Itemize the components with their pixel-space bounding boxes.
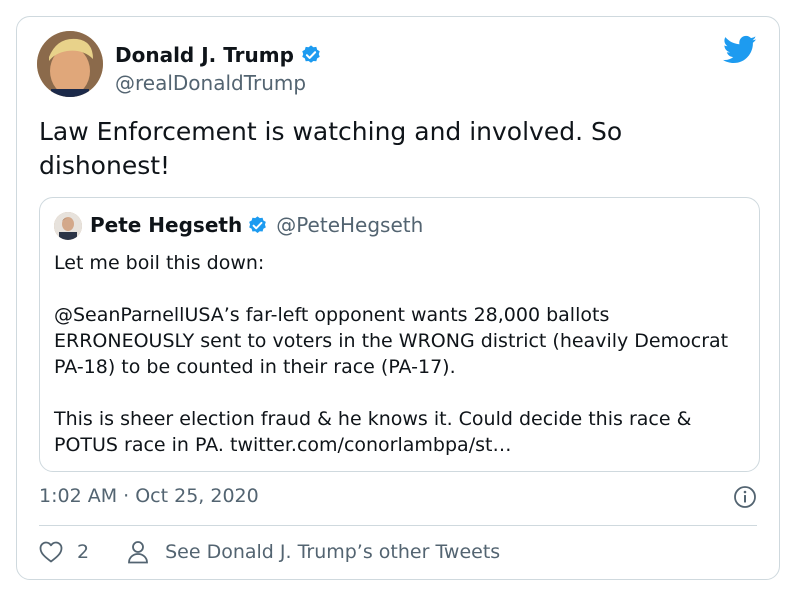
quoted-tweet-text: Let me boil this down: @SeanParnellUSA’s… [54, 252, 729, 456]
author-handle[interactable]: @realDonaldTrump [115, 71, 306, 95]
quoted-author-name[interactable]: Pete Hegseth [90, 213, 242, 237]
tweet-card: Donald J. Trump @realDonaldTrump Law Enf… [16, 16, 780, 580]
verified-badge-icon [302, 45, 320, 63]
author-name[interactable]: Donald J. Trump [115, 43, 294, 67]
person-icon [128, 541, 148, 564]
tweet-actions: 2 See Donald J. Trump’s other Tweets [39, 540, 500, 564]
quoted-tweet[interactable]: Pete Hegseth @PeteHegseth Let me boil th… [39, 197, 760, 472]
divider [39, 525, 757, 526]
like-count: 2 [77, 541, 90, 563]
author-name-row: Donald J. Trump [115, 43, 322, 67]
quoted-author-avatar-image [54, 212, 82, 240]
quoted-author-handle[interactable]: @PeteHegseth [276, 213, 423, 237]
tweet-timestamp[interactable]: 1:02 AM · Oct 25, 2020 [39, 485, 259, 507]
author-avatar[interactable] [37, 31, 103, 97]
info-icon[interactable] [733, 485, 757, 509]
author-avatar-image [37, 31, 103, 97]
verified-badge-icon [249, 215, 267, 233]
quoted-author-row: Pete Hegseth @PeteHegseth [90, 213, 423, 237]
quoted-author-avatar[interactable] [54, 212, 82, 240]
tweet-text: Law Enforcement is watching and involved… [39, 117, 623, 180]
see-other-tweets-link[interactable]: See Donald J. Trump’s other Tweets [165, 541, 500, 563]
twitter-bird-icon[interactable] [723, 35, 757, 65]
heart-icon[interactable] [39, 541, 63, 563]
